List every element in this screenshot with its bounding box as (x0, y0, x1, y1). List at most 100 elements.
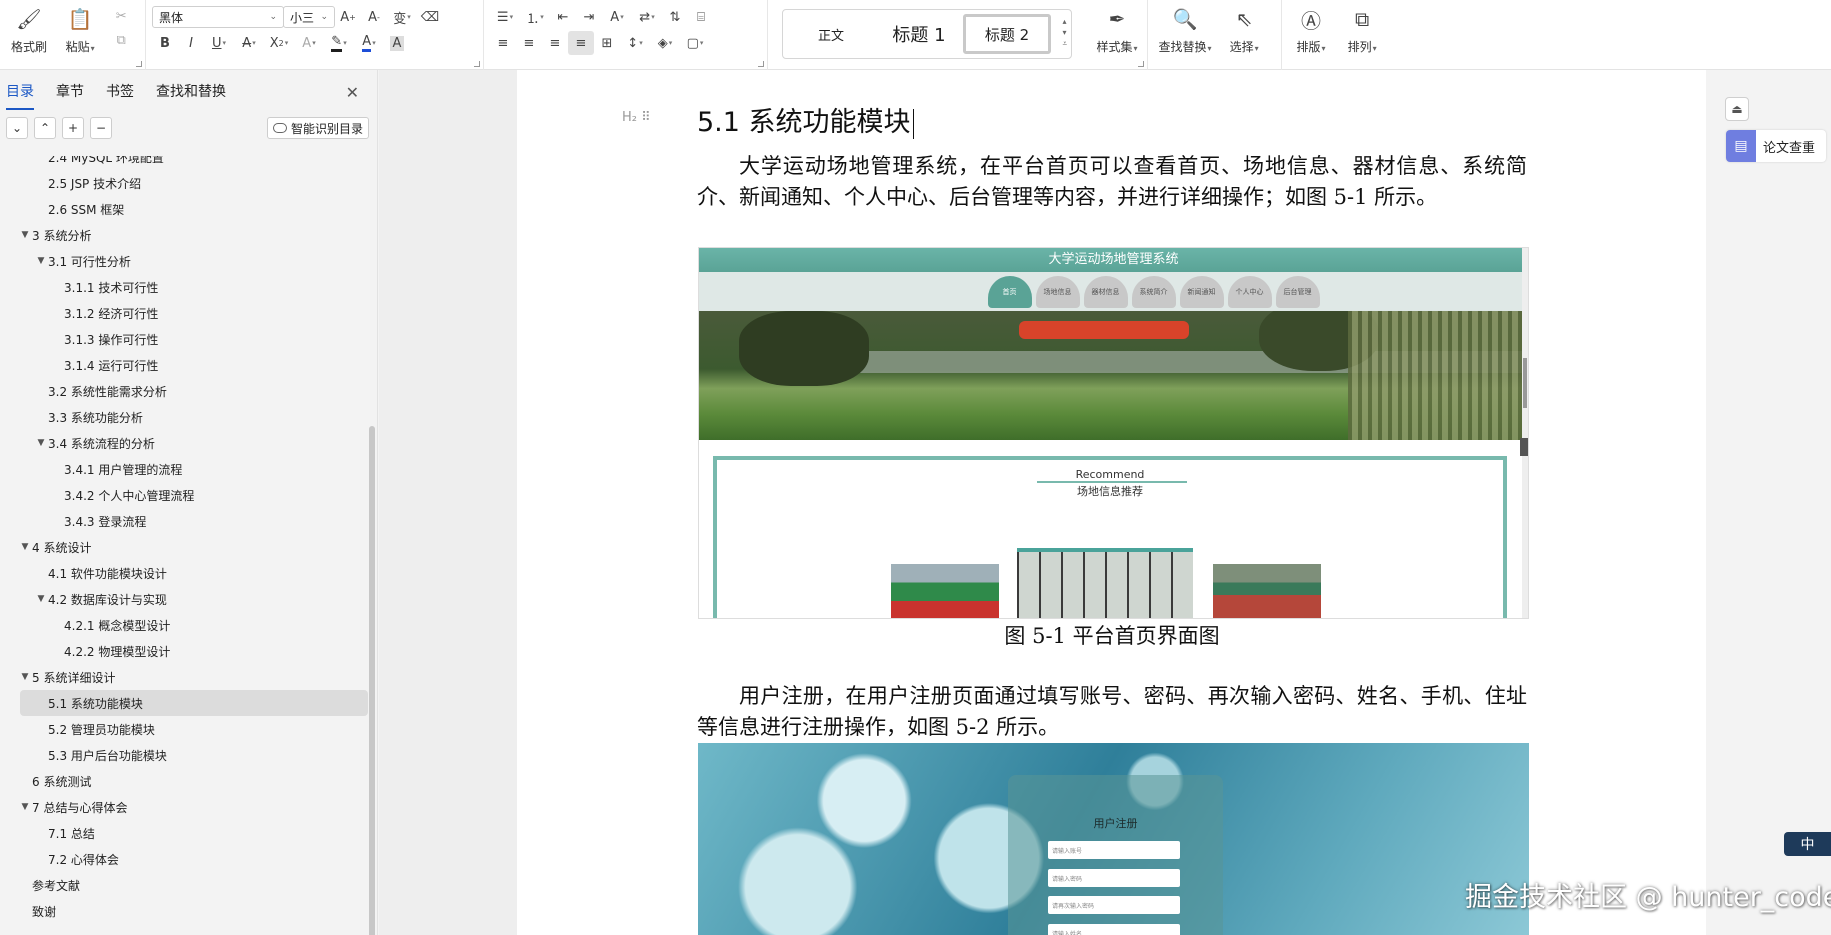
sort-icon[interactable]: ⇅ (662, 5, 688, 29)
gallery-scroll[interactable]: ▴ ▾ ⩡ (1062, 16, 1067, 49)
align-right-icon[interactable]: ≡ (542, 31, 568, 55)
drag-handle-icon[interactable]: ⠿ (641, 110, 651, 125)
group-launcher-icon[interactable] (1138, 61, 1144, 67)
font-name-select[interactable]: 黑体 ⌄ (152, 6, 284, 28)
text-direction-icon[interactable]: A ▾ (602, 5, 632, 29)
toc-item[interactable]: 7.1 总结 (0, 820, 368, 846)
add-heading-button[interactable]: + (62, 117, 84, 139)
toc-scrollbar[interactable] (367, 156, 377, 935)
figure-5-1-home-page[interactable]: 大学运动场地管理系统 首页 场地信息 器材信息 系统简介 新闻通知 个人中心 后… (698, 247, 1529, 619)
figure-caption-5-1[interactable]: 图 5-1 平台首页界面图 (697, 620, 1527, 650)
strikethrough-icon[interactable]: A ▾ (234, 31, 264, 55)
show-marks-icon[interactable]: ⌸ (688, 5, 714, 29)
chevron-up-icon[interactable]: ▴ (1062, 16, 1067, 27)
expand-triangle-icon[interactable]: ▼ (18, 230, 32, 240)
font-color-icon[interactable]: A ▾ (354, 31, 384, 55)
toc-item[interactable]: 3.1.1 技术可行性 (0, 274, 368, 300)
style-heading-2[interactable]: 标题 2 (963, 14, 1051, 54)
toc-item[interactable]: 3.1.2 经济可行性 (0, 300, 368, 326)
bold-icon[interactable]: B (152, 31, 178, 55)
remove-heading-button[interactable]: − (90, 117, 112, 139)
toc-item[interactable]: 3.1.4 运行可行性 (0, 352, 368, 378)
shading-icon[interactable]: ◈ ▾ (650, 31, 680, 55)
superscript-icon[interactable]: X 2 ▾ (264, 31, 294, 55)
decrease-indent-icon[interactable]: ⇤ (550, 5, 576, 29)
toc-item[interactable]: ▼ 7 总结与心得体会 (0, 794, 368, 820)
style-normal[interactable]: 正文 (787, 14, 875, 54)
group-launcher-icon[interactable] (136, 61, 142, 67)
style-heading-1[interactable]: 标题 1 (875, 14, 963, 54)
arrange-button[interactable]: ⧉ 排列▾ (1339, 4, 1385, 60)
toc-item[interactable]: ▼ 5 系统详细设计 (0, 664, 368, 690)
toc-item[interactable]: 3.2 系统性能需求分析 (0, 378, 368, 404)
toc-item[interactable]: 致谢 (0, 898, 368, 924)
expand-triangle-icon[interactable]: ▼ (18, 802, 32, 812)
toc-item[interactable]: 2.4 MySQL 环境配置 (0, 156, 368, 170)
numbered-list-icon[interactable]: ⒈ ▾ (520, 5, 550, 29)
toc-item[interactable]: 2.6 SSM 框架 (0, 196, 368, 222)
group-launcher-icon[interactable] (474, 61, 480, 67)
toc-item[interactable]: 5.2 管理员功能模块 (0, 716, 368, 742)
toc-item[interactable]: 参考文献 (0, 872, 368, 898)
expand-icon[interactable]: ⩡ (1062, 38, 1067, 49)
expand-triangle-icon[interactable]: ▼ (34, 594, 48, 604)
expand-up-button[interactable]: ⌃ (34, 117, 56, 139)
toc-item[interactable]: 5.3 用户后台功能模块 (0, 742, 368, 768)
toc-item[interactable]: ▼ 3.1 可行性分析 (0, 248, 368, 274)
toc-item[interactable]: 5.1 系统功能模块 (20, 690, 368, 716)
tab-find-replace[interactable]: 查找和替换 (156, 81, 226, 110)
toc-item[interactable]: 3.4.1 用户管理的流程 (0, 456, 368, 482)
increase-indent-icon[interactable]: ⇥ (576, 5, 602, 29)
toc-item[interactable]: 4.2.2 物理模型设计 (0, 638, 368, 664)
tab-bookmarks[interactable]: 书签 (106, 81, 134, 110)
toc-item[interactable]: 4.2.1 概念模型设计 (0, 612, 368, 638)
toc-item[interactable]: ▼ 4.2 数据库设计与实现 (0, 586, 368, 612)
align-center-icon[interactable]: ≡ (516, 31, 542, 55)
expand-triangle-icon[interactable]: ▼ (18, 542, 32, 552)
paper-check-button[interactable]: ▤ 论文查重 (1726, 130, 1826, 162)
toc-item[interactable]: 4.1 软件功能模块设计 (0, 560, 368, 586)
border-icon[interactable]: ▢ ▾ (680, 31, 710, 55)
underline-icon[interactable]: U ▾ (204, 31, 234, 55)
line-spacing-icon[interactable]: ↕ ▾ (620, 31, 650, 55)
align-justify-icon[interactable]: ≡ (568, 31, 594, 55)
chevron-down-icon[interactable]: ▾ (1062, 27, 1067, 38)
input-method-indicator[interactable]: 中 (1784, 832, 1831, 856)
find-replace-button[interactable]: 🔍 查找替换▾ (1154, 4, 1216, 60)
tab-toc[interactable]: 目录 (6, 81, 34, 110)
style-set-button[interactable]: ✒ 样式集▾ (1094, 4, 1140, 60)
bullet-list-icon[interactable]: ☰ ▾ (490, 5, 520, 29)
copy-icon[interactable]: ⧉ (108, 28, 134, 52)
line-sort-icon[interactable]: ⇄ ▾ (632, 5, 662, 29)
layout-button[interactable]: Ⓐ 排版▾ (1288, 4, 1334, 60)
toc-item[interactable]: ▼ 3.4 系统流程的分析 (0, 430, 368, 456)
toc-item[interactable]: 6 系统测试 (0, 768, 368, 794)
toc-item[interactable]: 3.4.3 登录流程 (0, 508, 368, 534)
heading-level-marker[interactable]: H₂ ⠿ (622, 110, 651, 125)
group-launcher-icon[interactable] (758, 61, 764, 67)
toc-item[interactable]: 3.1.3 操作可行性 (0, 326, 368, 352)
figure-5-2-register-page[interactable]: 用户注册 请输入账号 请输入密码 请再次输入密码 请输入姓名 (698, 743, 1529, 935)
expand-triangle-icon[interactable]: ▼ (34, 256, 48, 266)
close-icon[interactable]: ✕ (346, 83, 359, 102)
collapse-all-button[interactable]: ⌄ (6, 117, 28, 139)
paragraph-1[interactable]: 大学运动场地管理系统，在平台首页可以查看首页、场地信息、器材信息、系统简介、新闻… (697, 151, 1527, 213)
toc-item[interactable]: ▼ 3 系统分析 (0, 222, 368, 248)
paragraph-2[interactable]: 用户注册，在用户注册页面通过填写账号、密码、再次输入密码、姓名、手机、住址等信息… (697, 681, 1527, 743)
toc-item[interactable]: 3.3 系统功能分析 (0, 404, 368, 430)
text-effect-icon[interactable]: A ▾ (294, 31, 324, 55)
section-heading[interactable]: 5.1 系统功能模块 (697, 100, 914, 139)
shrink-font-icon[interactable]: A- (361, 5, 387, 29)
smart-toc-button[interactable]: 智能识别目录 (266, 117, 369, 139)
expand-triangle-icon[interactable]: ▼ (34, 438, 48, 448)
toc-item[interactable]: 2.5 JSP 技术介绍 (0, 170, 368, 196)
scrollbar-thumb[interactable] (369, 426, 375, 935)
tab-chapters[interactable]: 章节 (56, 81, 84, 110)
grow-font-icon[interactable]: A + (335, 5, 361, 29)
toc-item[interactable]: 7.2 心得体会 (0, 846, 368, 872)
align-left-icon[interactable]: ≡ (490, 31, 516, 55)
expand-triangle-icon[interactable]: ▼ (18, 672, 32, 682)
phonetic-icon[interactable]: 变 ▾ (387, 5, 417, 29)
eraser-icon[interactable]: ⌫ (417, 5, 443, 29)
select-button[interactable]: ⇖ 选择▾ (1221, 4, 1267, 60)
